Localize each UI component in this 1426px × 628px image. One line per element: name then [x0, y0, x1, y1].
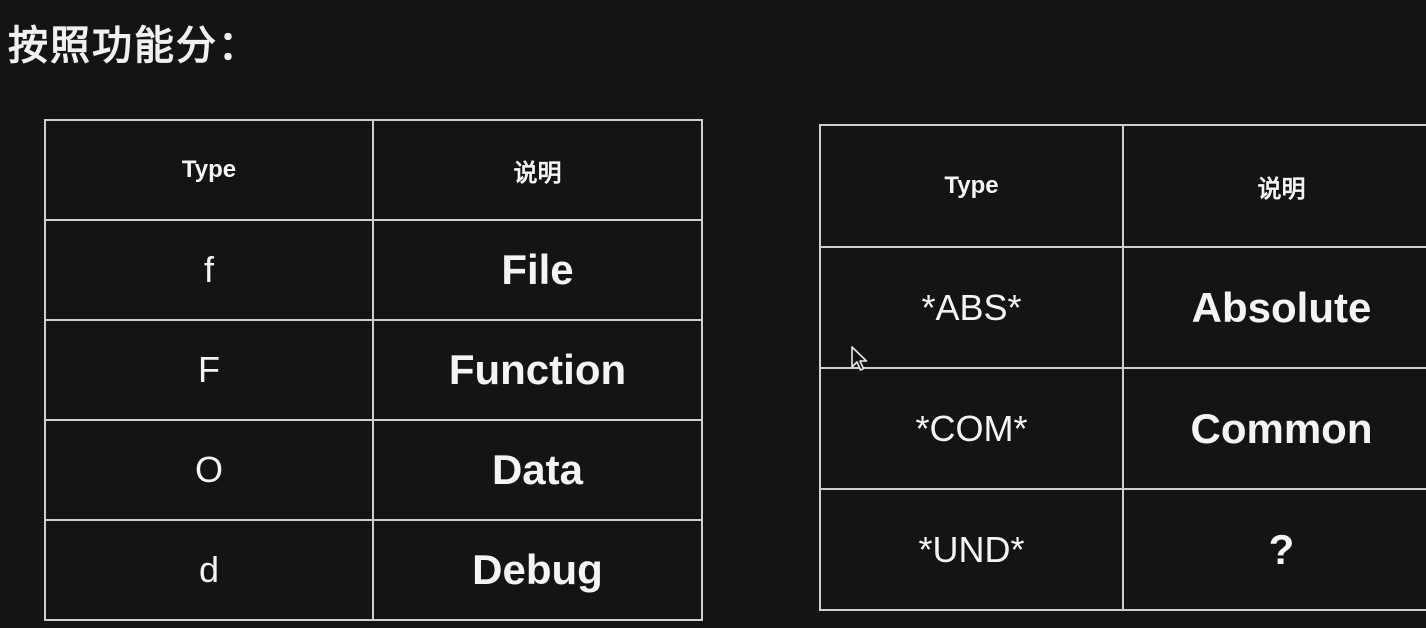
column-header-type: Type [44, 119, 374, 221]
type-cell: F [44, 319, 374, 421]
table-header-row: Type 说明 [44, 119, 703, 221]
type-cell: *COM* [819, 367, 1124, 490]
description-cell: Function [372, 319, 703, 421]
type-cell: d [44, 519, 374, 621]
description-cell: Data [372, 419, 703, 521]
description-cell: ? [1122, 488, 1426, 611]
table-row: *COM* Common [819, 367, 1426, 490]
table-row: *UND* ? [819, 488, 1426, 611]
table-row: d Debug [44, 519, 703, 621]
description-cell: File [372, 219, 703, 321]
slide: 按照功能分： Type 说明 f File F Function O Data … [0, 0, 1426, 628]
column-header-description: 说明 [372, 119, 703, 221]
description-cell: Absolute [1122, 246, 1426, 369]
table-row: f File [44, 219, 703, 321]
page-title: 按照功能分： [8, 23, 260, 69]
type-cell: f [44, 219, 374, 321]
type-cell: O [44, 419, 374, 521]
symbol-type-table-left: Type 说明 f File F Function O Data d Debug [44, 119, 703, 621]
description-cell: Common [1122, 367, 1426, 490]
table-row: *ABS* Absolute [819, 246, 1426, 369]
table-header-row: Type 说明 [819, 124, 1426, 248]
description-cell: Debug [372, 519, 703, 621]
table-row: F Function [44, 319, 703, 421]
table-row: O Data [44, 419, 703, 521]
mouse-pointer-icon [851, 346, 868, 371]
type-cell: *UND* [819, 488, 1124, 611]
column-header-description: 说明 [1122, 124, 1426, 248]
symbol-section-table-right: Type 说明 *ABS* Absolute *COM* Common *UND… [819, 124, 1426, 611]
column-header-type: Type [819, 124, 1124, 248]
